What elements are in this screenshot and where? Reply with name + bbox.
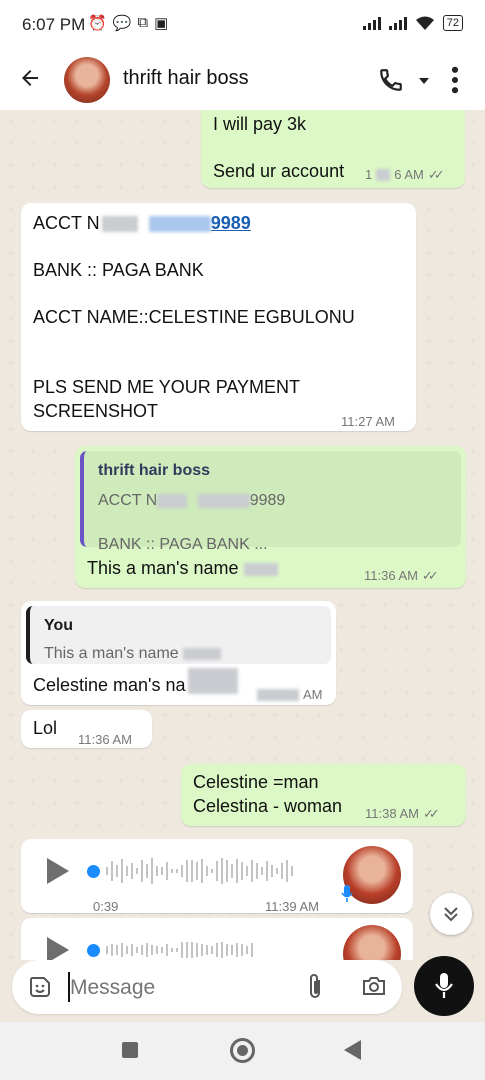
message-incoming[interactable]: ACCT N 9989 BANK :: PAGA BANK ACCT NAME:… — [21, 203, 416, 431]
message-time: 11:39 AM — [265, 899, 319, 914]
message-incoming[interactable]: Lol 11:36 AM — [21, 710, 152, 748]
alarm-icon: ⏰ — [88, 15, 107, 32]
payment-request-line: PLS SEND ME YOUR PAYMENT — [33, 377, 301, 397]
message-input[interactable] — [68, 969, 302, 1007]
message-text: Celestine =man — [193, 772, 319, 792]
gallery-notification-icon: ▣ — [154, 15, 169, 32]
quote-text: This a man's name — [44, 642, 319, 666]
waveform[interactable] — [106, 858, 293, 884]
time-prefix: 1 — [365, 167, 373, 182]
chat-area[interactable]: I will pay 3k Send ur account 1 6 AM ✓✓ A… — [0, 110, 485, 960]
playback-position[interactable] — [87, 943, 100, 957]
waveform[interactable] — [106, 942, 253, 958]
phone-icon — [380, 69, 402, 91]
recent-apps-button[interactable] — [122, 1042, 138, 1058]
message-text: I will pay 3k — [213, 114, 307, 134]
message-text: Lol — [33, 718, 58, 738]
voice-message[interactable]: 0:39 11:39 AM — [21, 839, 413, 914]
redaction — [376, 169, 391, 181]
back-arrow-icon[interactable] — [18, 66, 42, 97]
chat-header: thrift hair boss — [0, 52, 485, 110]
camera-icon[interactable] — [361, 974, 387, 998]
quoted-message[interactable]: thrift hair boss ACCT N 9989 BANK :: PAG… — [80, 451, 461, 553]
more-vert-icon[interactable] — [448, 66, 462, 94]
redaction — [197, 493, 250, 508]
double-check-icon: ✓✓ — [422, 806, 440, 821]
bank-line: BANK :: PAGA BANK — [33, 260, 204, 280]
message-text: Send ur account — [213, 161, 345, 181]
voice-duration: 0:39 — [93, 899, 119, 914]
record-voice-button[interactable] — [414, 956, 474, 1016]
quote-text: BANK :: PAGA BANK ... — [98, 536, 268, 553]
attach-icon[interactable] — [305, 973, 325, 1001]
voice-player — [47, 937, 253, 960]
message-composer — [12, 960, 402, 1014]
system-navigation-bar — [0, 1022, 485, 1080]
message-meta: AM — [257, 683, 323, 707]
app-notification-icon: ⧉ — [137, 14, 149, 31]
double-check-icon: ✓✓ — [427, 167, 445, 182]
contact-avatar[interactable] — [64, 57, 110, 103]
redaction — [187, 668, 238, 695]
call-button[interactable] — [378, 66, 429, 94]
redaction — [243, 562, 278, 576]
message-outgoing[interactable]: I will pay 3k Send ur account 1 6 AM ✓✓ — [201, 110, 465, 188]
home-button[interactable] — [230, 1038, 255, 1063]
double-check-icon: ✓✓ — [421, 568, 439, 583]
voice-message[interactable] — [21, 918, 413, 960]
message-meta: 1 6 AM ✓✓ — [365, 163, 445, 187]
message-text: This a man's name — [87, 556, 278, 580]
playback-position[interactable] — [87, 864, 100, 878]
message-meta: 11:36 AM ✓✓ — [364, 564, 439, 588]
redaction — [101, 216, 138, 233]
time-suffix: 6 AM — [394, 167, 424, 182]
status-notification-icons: ⏰ 💬 ⧉ ▣ — [88, 14, 168, 32]
status-system-icons: 72 — [362, 15, 463, 31]
account-number-line: ACCT N 9989 — [33, 213, 251, 233]
account-number-link[interactable]: 9989 — [211, 213, 251, 233]
mic-icon — [435, 973, 453, 998]
message-text: Celestine man's na — [33, 668, 238, 697]
message-incoming-reply[interactable]: You This a man's name Celestine man's na… — [21, 601, 336, 705]
sticker-icon[interactable] — [28, 975, 52, 999]
wifi-icon — [415, 16, 434, 30]
contact-name[interactable]: thrift hair boss — [123, 67, 249, 90]
chat-notification-icon: 💬 — [112, 15, 132, 32]
chevron-down-icon — [419, 78, 429, 84]
message-meta: 11:38 AM ✓✓ — [365, 802, 440, 826]
sender-avatar — [343, 925, 401, 960]
status-time: 6:07 PM — [22, 15, 86, 34]
redaction — [183, 647, 222, 660]
message-text: Celestina - woman — [193, 796, 343, 816]
back-button[interactable] — [344, 1040, 361, 1060]
voice-player — [47, 858, 293, 884]
message-time: 11:36 AM — [78, 732, 132, 747]
battery-indicator: 72 — [442, 15, 463, 31]
status-bar: 6:07 PM ⏰ 💬 ⧉ ▣ 72 — [0, 0, 485, 52]
redaction — [148, 216, 211, 233]
account-name-line: ACCT NAME::CELESTINE EGBULONU — [33, 307, 355, 327]
message-time: 11:27 AM — [341, 414, 395, 429]
quote-text: ACCT N 9989 — [98, 492, 286, 509]
quote-author: You — [44, 617, 74, 634]
quote-author: thrift hair boss — [98, 462, 211, 479]
scroll-to-bottom-button[interactable] — [430, 893, 472, 935]
message-outgoing[interactable]: Celestine =man Celestina - woman 11:38 A… — [181, 764, 466, 826]
signal-icon — [362, 16, 381, 30]
redaction — [257, 689, 299, 701]
message-outgoing-reply[interactable]: thrift hair boss ACCT N 9989 BANK :: PAG… — [75, 446, 466, 588]
play-icon[interactable] — [47, 858, 69, 884]
play-icon[interactable] — [47, 937, 69, 960]
quoted-message[interactable]: You This a man's name — [26, 606, 331, 664]
mic-icon — [341, 885, 353, 902]
payment-request-line: SCREENSHOT — [33, 401, 159, 421]
signal-icon — [388, 16, 407, 30]
text-cursor — [68, 972, 70, 1002]
double-chevron-down-icon — [444, 907, 458, 922]
redaction — [157, 493, 188, 508]
